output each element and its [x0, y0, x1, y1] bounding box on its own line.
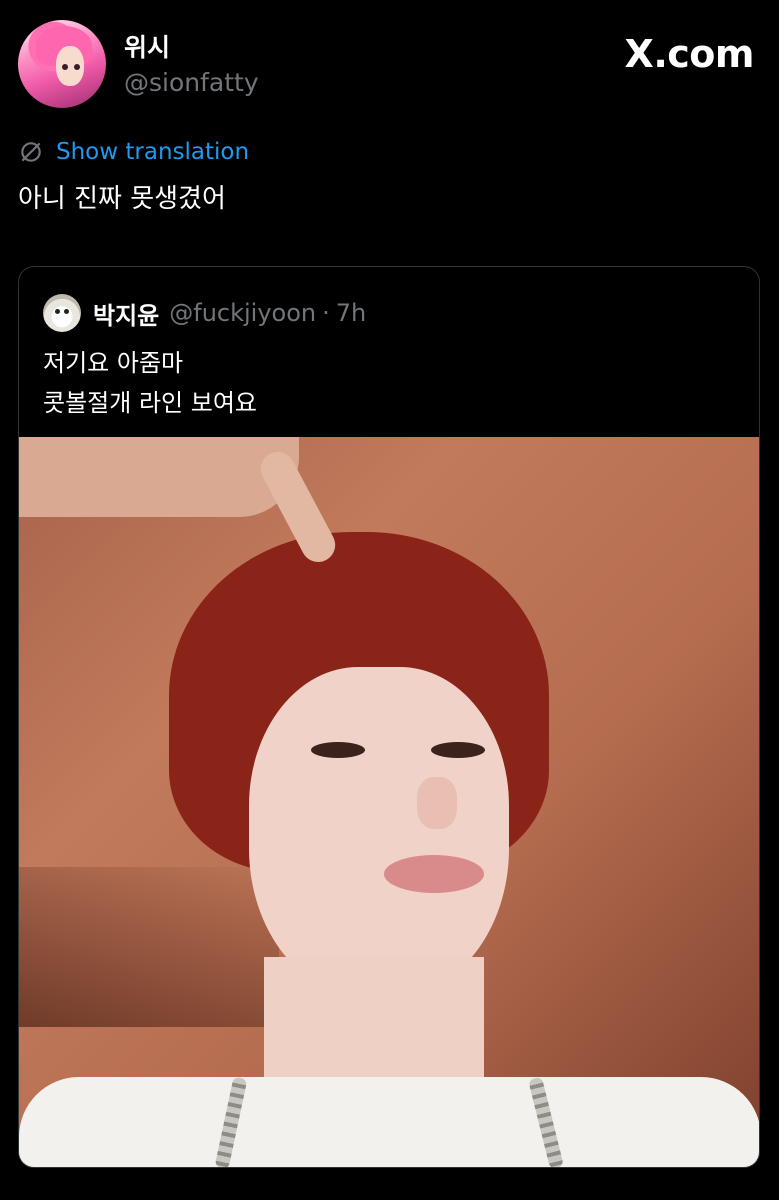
- quoted-tweet-time[interactable]: 7h: [336, 299, 366, 327]
- quoted-tweet-line: 저기요 아줌마: [43, 349, 184, 377]
- quoted-tweet-photo[interactable]: [19, 437, 759, 1167]
- author-avatar[interactable]: [18, 20, 106, 108]
- tweet-header: 위시 @sionfatty X.com: [18, 20, 758, 110]
- author-handle[interactable]: @sionfatty: [124, 68, 259, 97]
- globe-slash-icon: [21, 142, 41, 162]
- quoted-author-handle[interactable]: @fuckjiyoon: [169, 299, 316, 327]
- quoted-tweet-separator: ·: [322, 299, 330, 327]
- show-translation-label[interactable]: Show translation: [56, 139, 249, 165]
- author-display-name[interactable]: 위시: [124, 28, 170, 64]
- quoted-author-display-name[interactable]: 박지윤: [93, 296, 159, 331]
- quoted-author-avatar[interactable]: [43, 294, 81, 332]
- tweet-text: 아니 진짜 못생겼어: [18, 184, 226, 214]
- x-logo: X.com: [624, 32, 755, 76]
- quoted-tweet-line: 콧볼절개 라인 보여요: [43, 389, 257, 417]
- show-translation-button[interactable]: Show translation: [18, 136, 249, 168]
- quoted-tweet-header: 박지윤 @fuckjiyoon · 7h: [43, 293, 366, 333]
- quoted-tweet-card[interactable]: 박지윤 @fuckjiyoon · 7h 저기요 아줌마 콧볼절개 라인 보여요: [18, 266, 760, 1168]
